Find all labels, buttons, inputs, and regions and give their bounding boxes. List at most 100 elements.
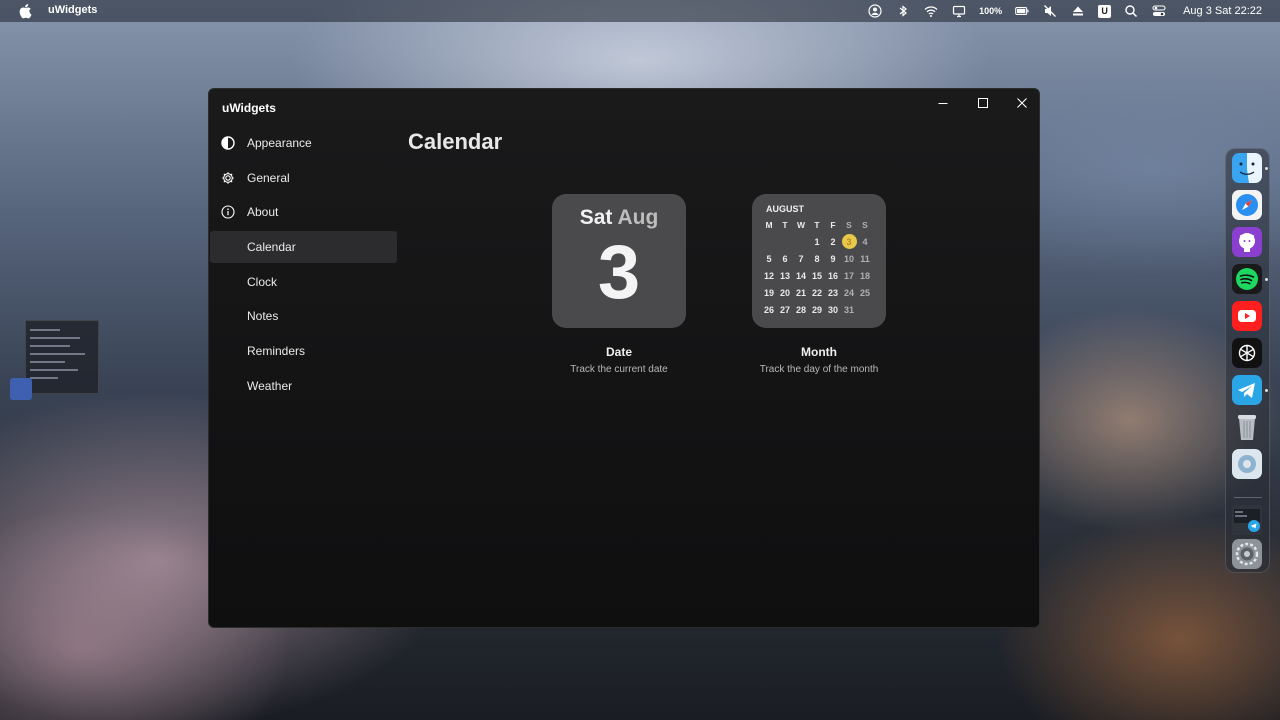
calendar-weekday-label: T (814, 219, 820, 230)
user-icon[interactable] (867, 4, 883, 18)
calendar-day: 28 (795, 304, 806, 315)
page-title: Calendar (408, 129, 503, 154)
telegram-icon (1232, 375, 1262, 405)
date-widget-header: Sat Aug (552, 206, 686, 230)
calendar-weekday-label: M (765, 219, 773, 230)
calendar-day: 18 (859, 270, 870, 281)
calendar-weekday-label: W (796, 219, 806, 230)
sidebar-item-label: Reminders (247, 344, 306, 359)
date-widget[interactable]: Sat Aug 3 (552, 194, 686, 328)
status-area: 100% U Aug 3 Sat 22:22 (867, 0, 1262, 22)
menu-app-name[interactable]: uWidgets (48, 4, 97, 16)
calendar-day: 12 (763, 270, 774, 281)
sidebar-item-reminders[interactable]: Reminders (210, 335, 397, 367)
calendar-day: 14 (795, 270, 806, 281)
finder-icon (1232, 153, 1262, 183)
date-widget-description: Track the current date (570, 364, 668, 375)
app-icon (1232, 449, 1262, 479)
sidebar-item-label: Weather (247, 378, 293, 393)
calendar-week-row: 12 13 14 15 16 17 18 (761, 267, 889, 284)
calendar-week-row: 26 27 28 29 30 31 (761, 301, 889, 318)
dock-app-spotify[interactable] (1232, 264, 1262, 294)
calendar-grid: M T W T F S S 1 2 3 4 5 6 7 8 9 10 11 12 13 14 15 16 17 18 19 20 21… (761, 216, 889, 318)
calendar-day: 7 (798, 253, 804, 264)
desktop-window-thumbnail[interactable] (25, 320, 99, 394)
control-center-icon[interactable] (1151, 4, 1167, 18)
sidebar-item-about[interactable]: About (210, 196, 397, 228)
sidebar-item-label: Appearance (247, 136, 312, 150)
calendar-month-name: AUGUST (766, 204, 804, 214)
battery-icon[interactable] (1014, 4, 1030, 18)
calendar-day: 17 (843, 270, 854, 281)
maximize-icon (977, 96, 989, 114)
menu-clock[interactable]: Aug 3 Sat 22:22 (1183, 5, 1262, 17)
calendar-week-row: 1234 (761, 233, 889, 250)
calendar-day: 6 (782, 253, 788, 264)
bluetooth-icon[interactable] (895, 4, 911, 18)
sidebar-item-calendar[interactable]: Calendar (210, 231, 397, 264)
mute-icon[interactable] (1042, 4, 1058, 18)
display-icon[interactable] (951, 4, 967, 18)
calendar-day-today: 3 (841, 233, 857, 249)
calendar-weekday-label: F (830, 219, 836, 230)
youtube-icon (1232, 301, 1262, 331)
sidebar-item-appearance[interactable]: Appearance (210, 127, 397, 159)
calendar-week-row: 5 6 7 8 9 10 11 (761, 250, 889, 267)
sidebar-item-weather[interactable]: Weather (210, 370, 397, 402)
close-icon (1016, 96, 1028, 114)
close-button[interactable] (1004, 93, 1039, 117)
window-title: uWidgets (222, 101, 276, 115)
calendar-day: 5 (766, 253, 772, 264)
calendar-day: 29 (811, 304, 822, 315)
apple-icon[interactable] (18, 3, 32, 19)
calendar-weekday-label: T (782, 219, 788, 230)
sidebar-item-clock[interactable]: Clock (210, 266, 397, 298)
dock-app-generic[interactable] (1232, 449, 1262, 479)
eject-icon[interactable] (1070, 4, 1086, 18)
calendar-day: 23 (827, 287, 838, 298)
search-icon[interactable] (1123, 4, 1139, 18)
calendar-day: 20 (779, 287, 790, 298)
dock-app-system-settings[interactable] (1232, 539, 1262, 569)
calendar-day: 27 (779, 304, 790, 315)
calendar-day: 16 (827, 270, 838, 281)
gear-icon (221, 171, 235, 185)
chatgpt-icon (1232, 338, 1262, 368)
desktop-widget-thumbnail[interactable] (10, 378, 32, 400)
system-settings-icon (1232, 539, 1262, 569)
date-day-number: 3 (597, 230, 641, 315)
calendar-day: 19 (763, 287, 774, 298)
sidebar-item-general[interactable]: General (210, 162, 397, 194)
info-icon (221, 205, 235, 219)
dock-window-telegram[interactable] (1232, 505, 1262, 535)
dock-app-github[interactable] (1232, 227, 1262, 257)
sidebar-item-label: Calendar (247, 240, 296, 255)
calendar-day: 15 (811, 270, 822, 281)
u-badge[interactable]: U (1098, 4, 1112, 18)
dock-app-telegram[interactable] (1232, 375, 1262, 405)
minimize-icon (937, 96, 949, 114)
trash-icon (1238, 415, 1256, 440)
sidebar-item-notes[interactable]: Notes (210, 300, 397, 332)
minimize-button[interactable] (925, 93, 961, 117)
battery-percentage: 100% (979, 6, 1003, 16)
calendar-weekday-header: MTWTFSS (761, 216, 889, 233)
safari-icon (1232, 190, 1262, 220)
dock-app-trash[interactable] (1232, 412, 1262, 442)
month-widget-label: Month (801, 345, 837, 359)
dock-app-chatgpt[interactable] (1232, 338, 1262, 368)
month-widget-description: Track the day of the month (759, 364, 879, 375)
telegram-window-thumbnail (1232, 505, 1262, 535)
dock-app-youtube[interactable] (1232, 301, 1262, 331)
calendar-day: 4 (862, 236, 868, 247)
dock-app-finder[interactable] (1232, 153, 1262, 183)
maximize-button[interactable] (965, 93, 1001, 117)
sidebar-nav: Appearance General About Calendar Clock … (209, 127, 397, 405)
calendar-day: 8 (814, 253, 820, 264)
github-icon (1232, 227, 1262, 257)
month-widget[interactable]: AUGUST M T W T F S S 1 2 3 4 5 6 7 8 9 10 11 12 13 14 15 16 17 1… (752, 194, 886, 328)
dock-app-safari[interactable] (1232, 190, 1262, 220)
sidebar-item-label: Notes (247, 309, 279, 324)
calendar-day: 10 (843, 253, 854, 264)
wifi-icon[interactable] (923, 4, 939, 18)
